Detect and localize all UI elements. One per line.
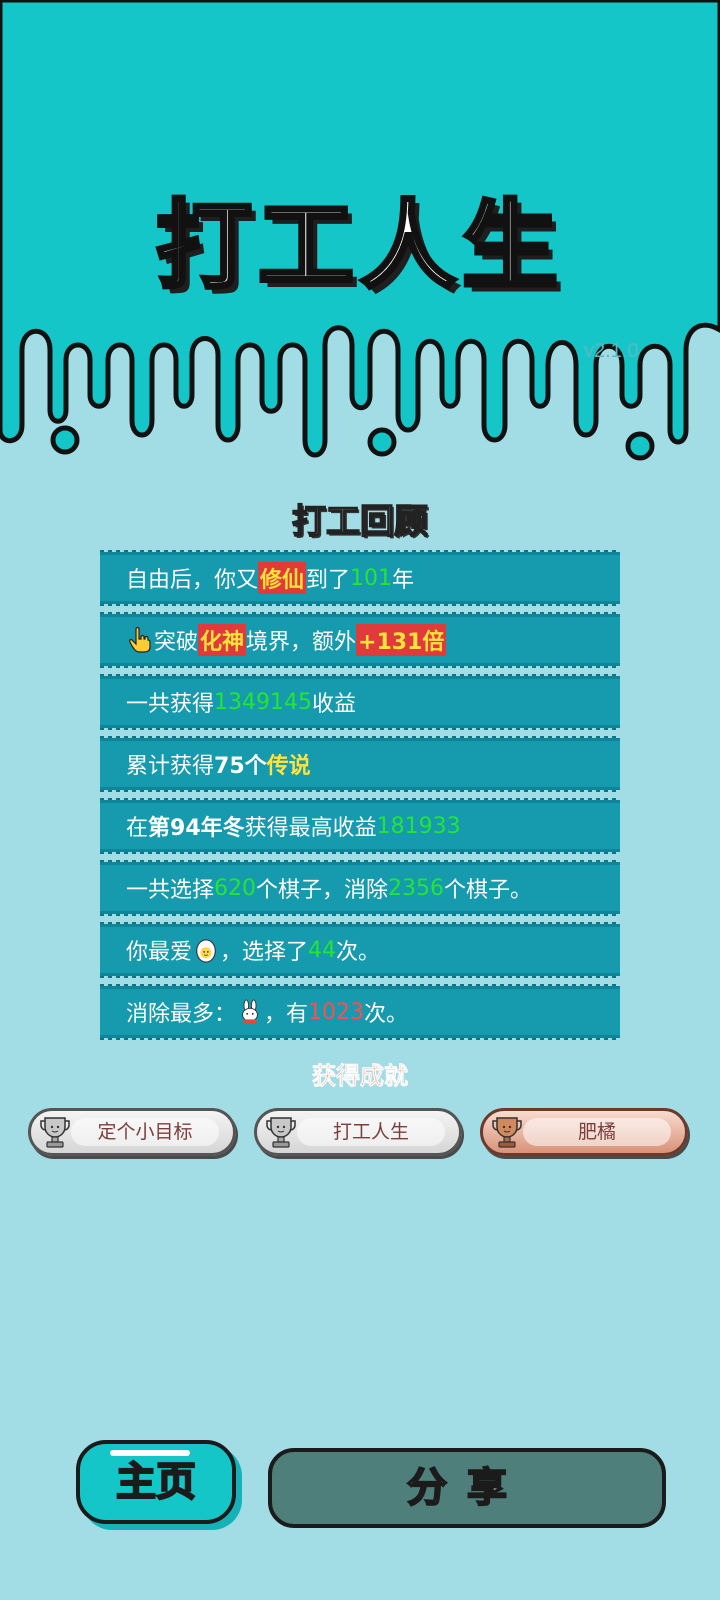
max-income-value: 181933 [376, 813, 461, 839]
row-text: 年 [392, 568, 415, 593]
realm-badge: 修仙 [258, 562, 307, 594]
row-text: 消除最多： [126, 1002, 237, 1027]
row-text: 境界，额外 [246, 630, 357, 655]
row-text: 个棋子，消除 [256, 878, 389, 903]
rabbit-icon [242, 999, 258, 1024]
pointing-hand-icon [129, 627, 151, 653]
achievement-badge-fat-orange[interactable]: 肥橘 [480, 1108, 688, 1156]
trophy-icon [266, 1117, 296, 1148]
review-row-income: 一共获得 1349145 收益 [100, 674, 620, 730]
row-text: 个棋子。 [444, 878, 533, 903]
row-text: 突破 [154, 630, 199, 655]
row-text: 一共选择 [126, 878, 215, 903]
row-text: 累计获得 [126, 754, 215, 779]
row-text: 次。 [364, 1002, 409, 1027]
achievement-badge-work-life[interactable]: 打工人生 [254, 1108, 462, 1156]
share-button[interactable]: 分享 [268, 1448, 666, 1528]
multiplier-badge: +131倍 [356, 624, 447, 656]
most-cleared-value: 1023 [308, 999, 365, 1025]
row-text: ，选择了 [220, 940, 309, 965]
share-button-label: 分享 [406, 1464, 527, 1512]
trophy-icon [40, 1117, 70, 1148]
home-button-label: 主页 [115, 1458, 197, 1506]
season-label: 第94年冬 [148, 816, 245, 841]
row-text: 次。 [336, 940, 381, 965]
chosen-value: 620 [214, 875, 257, 901]
achievement-label: 肥橘 [577, 1121, 616, 1143]
years-value: 101 [350, 565, 393, 591]
egg-icon [196, 939, 216, 963]
row-text: 在 [126, 816, 149, 841]
row-text: 一共获得 [126, 692, 215, 717]
review-row-favorite: 你最爱 ，选择了 44 次。 [100, 922, 620, 978]
home-button[interactable]: 主页 [76, 1440, 236, 1524]
row-text: ，有 [264, 1002, 309, 1027]
trophy-icon [492, 1117, 522, 1148]
version-label: v2.1.0 [584, 340, 639, 362]
achievement-badge-small-goal[interactable]: 定个小目标 [28, 1108, 236, 1156]
achievement-label: 打工人生 [332, 1121, 409, 1143]
review-row-legend: 累计获得 75个 传说 [100, 736, 620, 792]
review-row-most-cleared: 消除最多： ，有 1023 次。 [100, 984, 620, 1040]
achievements-heading: 获得成就 [312, 1062, 409, 1091]
review-heading: 打工回顾 [291, 501, 429, 543]
row-text: 收益 [312, 692, 357, 717]
legend-count: 75个 [214, 754, 267, 779]
row-text: 到了 [306, 568, 351, 593]
review-row-breakthrough: 突破 化神 境界，额外 +131倍 [100, 612, 620, 668]
legend-label: 传说 [266, 754, 311, 779]
app-title: 打工人生 [154, 188, 564, 304]
achievement-label: 定个小目标 [97, 1121, 193, 1143]
times-value: 44 [308, 937, 337, 963]
realm-badge: 化神 [198, 624, 247, 656]
income-value: 1349145 [214, 689, 312, 715]
review-row-years: 自由后，你又 修仙 到了 101 年 [100, 550, 620, 606]
row-text: 你最爱 [126, 940, 193, 965]
row-text: 获得最高收益 [244, 816, 377, 841]
review-row-pieces: 一共选择 620 个棋子，消除 2356 个棋子。 [100, 860, 620, 916]
cleared-value: 2356 [388, 875, 445, 901]
review-row-max-income: 在 第94年冬 获得最高收益 181933 [100, 798, 620, 854]
row-text: 自由后，你又 [126, 568, 259, 593]
